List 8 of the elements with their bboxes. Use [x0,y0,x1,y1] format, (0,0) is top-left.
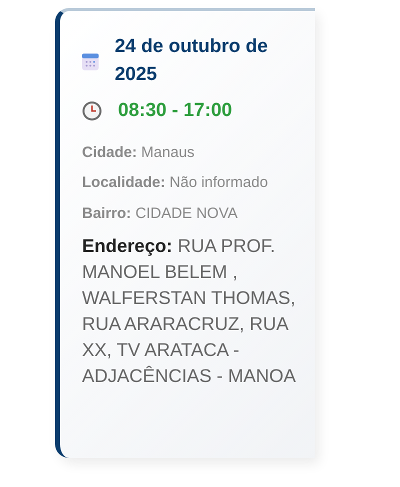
detail-text: Cidade: Manaus [82,142,196,162]
event-time: 08:30 - 17:00 [118,99,232,123]
clock-icon [82,101,102,122]
calendar-icon [82,51,99,71]
detail-text: Bairro: CIDADE NOVA [82,204,239,224]
detail-text: Localidade: Não informado [82,173,269,193]
event-date: 24 de outubro de 2025 [114,35,269,87]
address-text: Endereço: RUA PROF. MANOEL BELEM , WALFERSTAN THOMAS, RUA ARARACRUZ, RUA XX, TV ARATACA - ADJACÊNCIAS - MANOA [82,234,297,388]
